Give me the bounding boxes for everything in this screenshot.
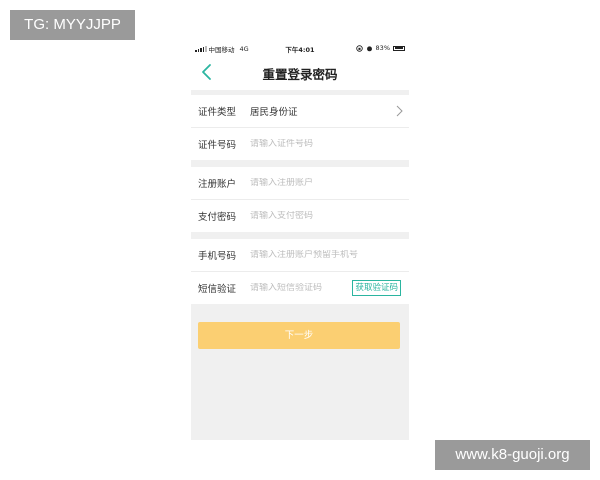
status-right: 83% — [355, 44, 405, 52]
pay-password-row: 支付密码 — [191, 199, 409, 232]
next-button[interactable]: 下一步 — [198, 322, 400, 349]
phone-label: 手机号码 — [198, 251, 237, 262]
phone-input[interactable] — [250, 250, 390, 260]
account-input[interactable] — [250, 178, 350, 188]
watermark-top-left: TG: MYYJJPP — [10, 10, 135, 40]
sms-code-label: 短信验证 — [198, 284, 237, 295]
pay-password-label: 支付密码 — [198, 212, 237, 223]
sms-code-row: 短信验证 获取验证码 — [191, 271, 409, 304]
battery-icon — [393, 45, 405, 51]
chevron-right-icon — [396, 105, 403, 117]
pay-password-input[interactable] — [250, 211, 350, 221]
nav-bar: 重置登录密码 — [191, 56, 409, 90]
account-label: 注册账户 — [198, 179, 237, 190]
status-bar: 中国移动 4G 下午4:01 83% — [191, 40, 409, 56]
battery-percent: 83% — [375, 44, 390, 52]
id-type-label: 证件类型 — [198, 107, 237, 118]
rotation-lock-icon — [355, 44, 363, 52]
alarm-icon — [366, 45, 372, 51]
get-code-button[interactable]: 获取验证码 — [352, 280, 401, 296]
phone-screen: 中国移动 4G 下午4:01 83% 重置登录密码 证件类型 居民身份证 证件号… — [191, 40, 409, 440]
id-type-row[interactable]: 证件类型 居民身份证 — [191, 95, 409, 127]
id-number-label: 证件号码 — [198, 140, 237, 151]
id-number-row: 证件号码 — [191, 127, 409, 160]
watermark-bottom-right: www.k8-guoji.org — [435, 440, 590, 470]
id-group: 证件类型 居民身份证 证件号码 — [191, 95, 409, 160]
id-number-input[interactable] — [250, 139, 350, 149]
account-group: 注册账户 支付密码 — [191, 167, 409, 232]
phone-row: 手机号码 — [191, 239, 409, 271]
page-title: 重置登录密码 — [262, 67, 338, 82]
phone-group: 手机号码 短信验证 获取验证码 — [191, 239, 409, 304]
id-type-value: 居民身份证 — [250, 107, 298, 118]
sms-code-input[interactable] — [250, 283, 342, 293]
account-row: 注册账户 — [191, 167, 409, 199]
